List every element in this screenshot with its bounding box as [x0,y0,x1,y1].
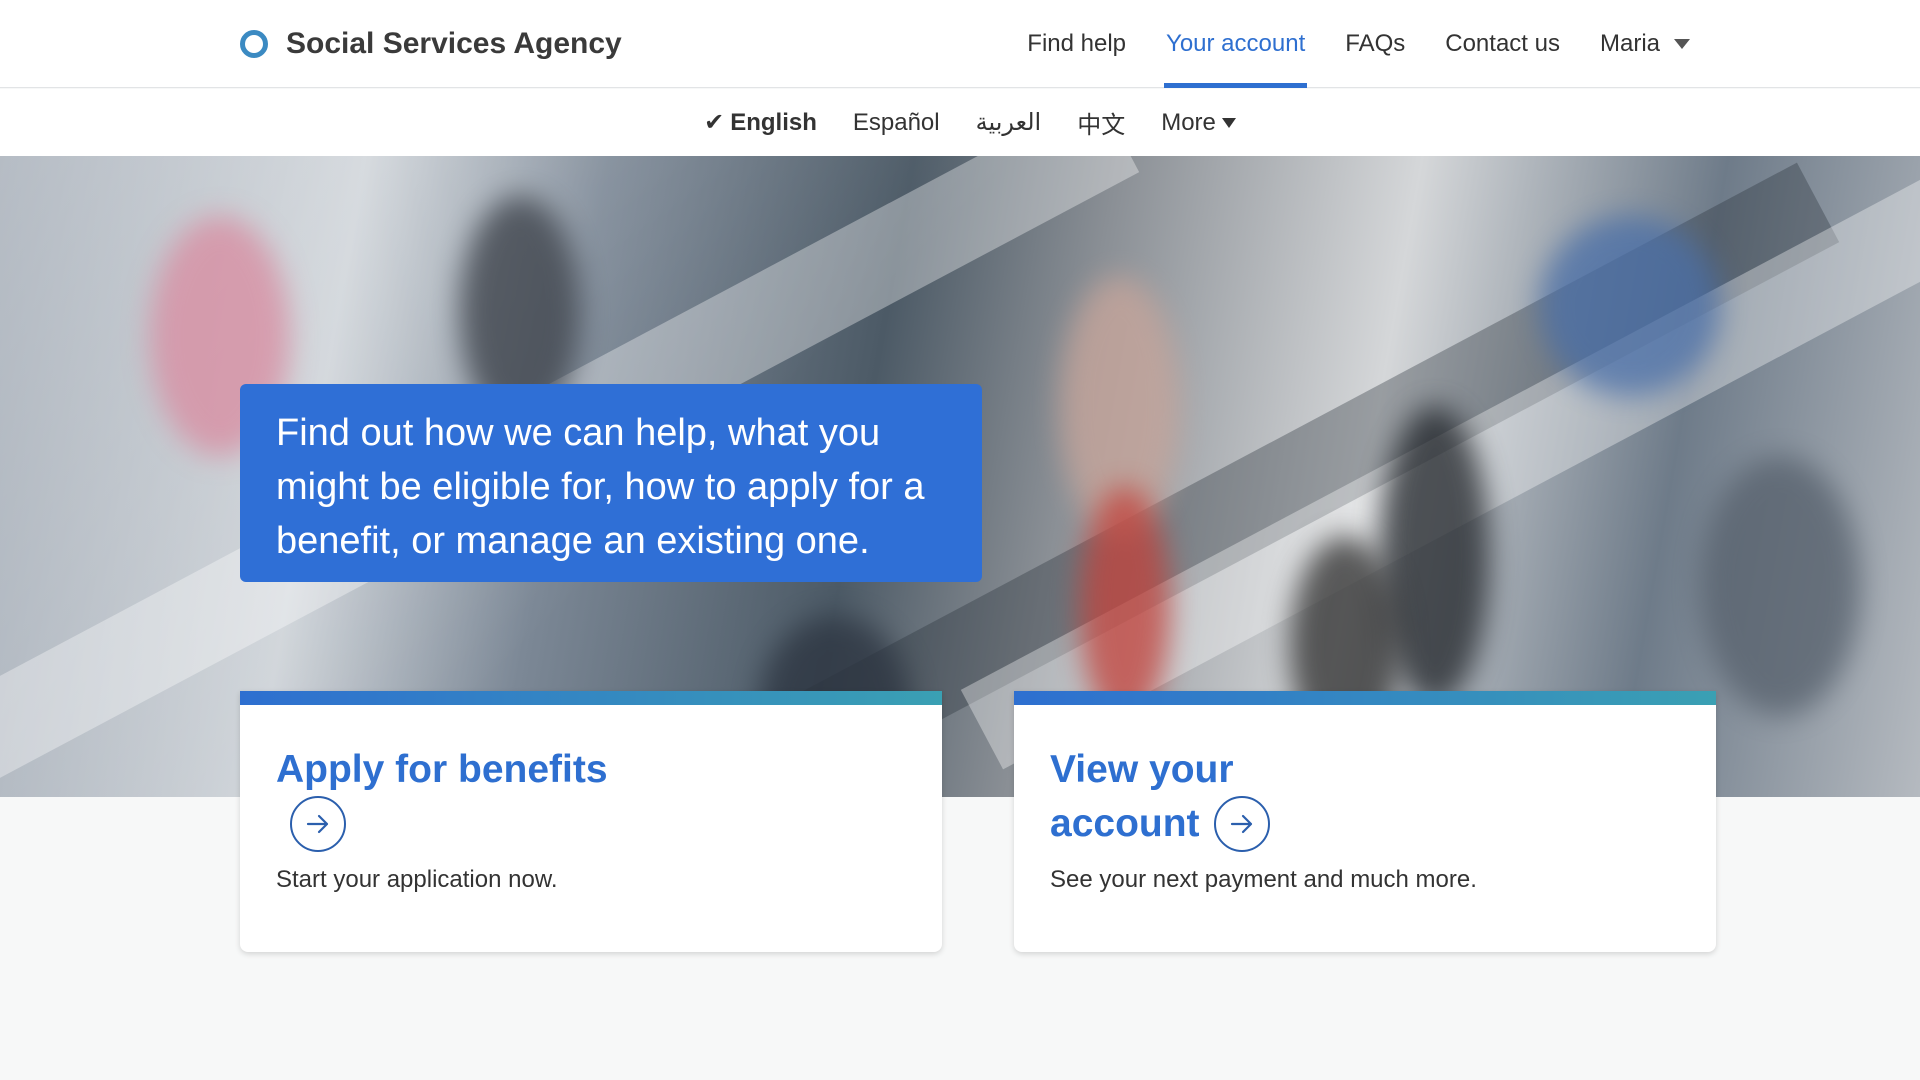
hero-callout: Find out how we can help, what you might… [240,384,982,582]
language-chinese[interactable]: 中文 [1077,105,1125,140]
site-header: Social Services Agency Find help Your ac… [0,0,1920,88]
nav-faqs[interactable]: FAQs [1345,0,1405,88]
user-menu[interactable]: Maria [1600,0,1690,88]
nav-contact-us[interactable]: Contact us [1445,0,1560,88]
hero-photo-detail [1540,216,1720,396]
caret-down-icon [1674,39,1690,49]
arrow-right-circle-icon[interactable] [290,795,346,852]
card-title-text: Apply for benefits [276,748,608,791]
card-description: Start your application now. [276,865,558,893]
card-title: View your account [1050,743,1390,854]
language-more[interactable]: More [1161,109,1236,137]
language-label: English [730,108,817,136]
main-nav: Find help Your account FAQs Contact us M… [987,0,1690,88]
nav-find-help[interactable]: Find help [1027,0,1126,88]
language-english[interactable]: ✔ English [704,108,817,137]
language-bar: ✔ English Español العربية 中文 More [0,89,1920,156]
brand[interactable]: Social Services Agency [240,24,622,64]
card-title: Apply for benefits [276,743,616,854]
card-title-text: View your account [1050,748,1234,845]
language-espanol[interactable]: Español [853,109,940,137]
user-name: Maria [1599,30,1660,57]
checkmark-icon: ✔ [704,109,725,136]
view-account-card[interactable]: View your account See your next payment … [1014,691,1716,952]
language-more-label: More [1161,108,1216,136]
nav-your-account[interactable]: Your account [1164,0,1308,88]
hero-photo-detail [1700,456,1860,716]
arrow-right-circle-icon[interactable] [1213,795,1270,852]
circle-ring-icon [240,30,268,58]
caret-down-icon [1221,117,1236,128]
card-description: See your next payment and much more. [1050,865,1477,893]
hero-photo-detail [1080,486,1170,726]
apply-benefits-card[interactable]: Apply for benefits Start your applicatio… [240,691,942,952]
language-arabic[interactable]: العربية [976,108,1042,137]
brand-name: Social Services Agency [286,27,622,60]
